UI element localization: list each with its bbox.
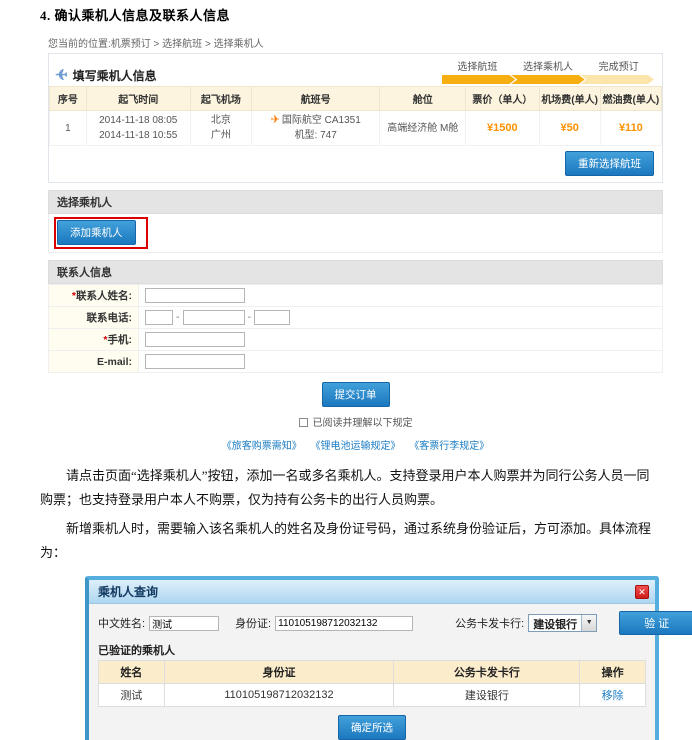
select-passenger-header: 选择乘机人 xyxy=(48,190,663,214)
airport-fee: ¥50 xyxy=(539,111,600,146)
confirm-selected-button[interactable]: 确定所选 xyxy=(338,715,406,740)
col-flight-no: 航班号 xyxy=(251,87,380,111)
progress-step-bar-todo xyxy=(581,75,654,84)
cabin-cell: 高端经济舱 M舱 xyxy=(380,111,466,146)
highlight-red-box: 添加乘机人 xyxy=(54,217,148,249)
bank-select[interactable]: 建设银行 ▼ xyxy=(528,614,597,632)
chevron-down-icon: ▼ xyxy=(581,615,596,631)
contact-email-row: E-mail: xyxy=(49,351,663,373)
phone-separator: - xyxy=(176,311,180,323)
breadcrumb: 您当前的位置:机票预订 > 选择航班 > 选择乘机人 xyxy=(48,35,663,50)
contact-name-label: 联系人姓名: xyxy=(76,290,132,302)
fuel-fee: ¥110 xyxy=(600,111,661,146)
airline-logo-icon: ✈ xyxy=(271,114,280,126)
remove-passenger-link[interactable]: 移除 xyxy=(602,690,624,702)
mobile-input[interactable] xyxy=(145,332,245,347)
id-card-label: 身份证: xyxy=(235,615,271,631)
col-price: 票价（单人） xyxy=(466,87,539,111)
col-index: 序号 xyxy=(50,87,87,111)
verified-passengers-header: 已验证的乘机人 xyxy=(98,642,646,658)
contact-mobile-row: *手机: xyxy=(49,329,663,351)
paragraph-2: 新增乘机人时，需要输入该名乘机人的姓名及身份证号码，通过系统身份验证后，方可添加… xyxy=(40,517,656,565)
contact-email-label: E-mail: xyxy=(97,356,132,368)
paragraph-1: 请点击页面“选择乘机人”按钮，添加一名或多名乘机人。支持登录用户本人购票并为同行… xyxy=(40,464,656,512)
contact-name-row: *联系人姓名: xyxy=(49,285,663,307)
contact-info-header: 联系人信息 xyxy=(48,260,663,284)
panel-title-label: 填写乘机人信息 xyxy=(73,67,157,84)
flight-table: 序号 起飞时间 起飞机场 航班号 舱位 票价（单人） 机场费(单人) 燃油费(单… xyxy=(49,86,662,146)
passenger-query-modal: 乘机人查询 ✕ 中文姓名: 身份证: 公务卡发卡行: 建设银行 ▼ 验 证 已验… xyxy=(85,576,659,740)
booking-screenshot: 您当前的位置:机票预订 > 选择航班 > 选择乘机人 ✈ 填写乘机人信息 选择航… xyxy=(48,35,663,452)
submit-order-button[interactable]: 提交订单 xyxy=(322,382,390,407)
flight-table-row: 1 2014-11-18 08:05 2014-11-18 10:55 北京 广… xyxy=(50,111,662,146)
vcol-bank: 公务卡发卡行 xyxy=(394,661,580,684)
email-input[interactable] xyxy=(145,354,245,369)
flight-times: 2014-11-18 08:05 2014-11-18 10:55 xyxy=(86,111,190,146)
ticket-price: ¥1500 xyxy=(466,111,539,146)
add-passenger-button[interactable]: 添加乘机人 xyxy=(57,220,136,245)
phone-separator: - xyxy=(248,311,252,323)
flight-table-header-row: 序号 起飞时间 起飞机场 航班号 舱位 票价（单人） 机场费(单人) 燃油费(单… xyxy=(50,87,662,111)
step-finish-booking: 完成预订 xyxy=(583,58,654,73)
progress-step-bar-active xyxy=(511,75,584,84)
col-fuel-fee: 燃油费(单人) xyxy=(600,87,661,111)
page-title: 4. 确认乘机人信息及联系人信息 xyxy=(40,5,692,24)
verified-table-header-row: 姓名 身份证 公务卡发卡行 操作 xyxy=(99,661,646,684)
bank-label: 公务卡发卡行: xyxy=(455,615,524,631)
phone-ext-input[interactable] xyxy=(254,310,290,325)
link-passenger-notice[interactable]: 《旅客购票需知》 xyxy=(222,441,302,452)
vcol-name: 姓名 xyxy=(99,661,165,684)
agree-label: 已阅读并理解以下规定 xyxy=(313,418,413,429)
verified-id: 110105198712032132 xyxy=(164,684,394,707)
progress-steps: 选择航班 选择乘机人 完成预订 xyxy=(442,58,654,84)
flight-index: 1 xyxy=(50,111,87,146)
vcol-id: 身份证 xyxy=(164,661,394,684)
step-select-flight: 选择航班 xyxy=(442,58,513,73)
plane-icon: ✈ xyxy=(55,66,68,84)
verified-name: 测试 xyxy=(99,684,165,707)
modal-title: 乘机人查询 xyxy=(98,583,158,600)
col-depart-time: 起飞时间 xyxy=(86,87,190,111)
phone-area-input[interactable] xyxy=(145,310,173,325)
col-airport-fee: 机场费(单人) xyxy=(539,87,600,111)
contact-name-input[interactable] xyxy=(145,288,245,303)
close-icon[interactable]: ✕ xyxy=(635,585,649,599)
link-baggage-rules[interactable]: 《客票行李规定》 xyxy=(409,441,489,452)
step-select-passenger: 选择乘机人 xyxy=(513,58,584,73)
vcol-action: 操作 xyxy=(580,661,646,684)
aircraft-type: 机型: 747 xyxy=(253,128,379,143)
flight-panel: ✈ 填写乘机人信息 选择航班 选择乘机人 完成预订 xyxy=(48,53,663,183)
contact-phone-row: 联系电话: - - xyxy=(49,307,663,329)
contact-form: *联系人姓名: 联系电话: - - *手机: E-mail: xyxy=(48,284,663,373)
col-cabin: 舱位 xyxy=(380,87,466,111)
contact-phone-label: 联系电话: xyxy=(87,312,133,324)
bank-select-value: 建设银行 xyxy=(529,615,581,631)
cn-name-input[interactable] xyxy=(149,616,219,631)
panel-title: ✈ 填写乘机人信息 xyxy=(55,66,157,84)
col-depart-airport: 起飞机场 xyxy=(190,87,251,111)
cn-name-label: 中文姓名: xyxy=(98,615,145,631)
agree-checkbox[interactable] xyxy=(299,418,308,427)
rules-links: 《旅客购票需知》 《锂电池运输规定》 《客票行李规定》 xyxy=(48,437,663,452)
flight-no-cell: ✈国际航空 CA1351 机型: 747 xyxy=(251,111,380,146)
verify-button[interactable]: 验 证 xyxy=(619,611,692,635)
verified-passengers-table: 姓名 身份证 公务卡发卡行 操作 测试 110105198712032132 建… xyxy=(98,660,646,707)
id-card-input[interactable] xyxy=(275,616,413,631)
verified-table-row: 测试 110105198712032132 建设银行 移除 xyxy=(99,684,646,707)
reselect-flight-button[interactable]: 重新选择航班 xyxy=(565,151,654,176)
phone-number-input[interactable] xyxy=(183,310,245,325)
link-lithium-battery-rules[interactable]: 《锂电池运输规定》 xyxy=(311,441,401,452)
flight-airports: 北京 广州 xyxy=(190,111,251,146)
verified-bank: 建设银行 xyxy=(394,684,580,707)
contact-mobile-label: 手机: xyxy=(108,334,133,346)
progress-step-bar-done xyxy=(442,75,515,84)
airline-name: 国际航空 CA1351 xyxy=(282,115,361,126)
